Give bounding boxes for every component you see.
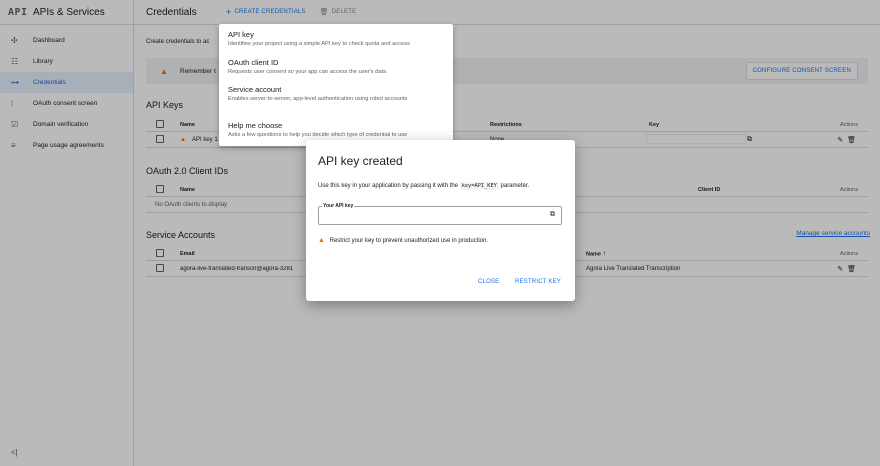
dialog-title: API key created (318, 154, 403, 168)
menu-item-desc: Requests user consent so your app can ac… (228, 69, 387, 75)
close-button[interactable]: CLOSE (478, 279, 499, 285)
dialog-code: key=API_KEY (459, 182, 499, 190)
menu-item-desc: Identifies your project using a simple A… (228, 41, 410, 47)
warning-icon: ▲ (318, 237, 325, 244)
dialog-description: Use this key in your application by pass… (318, 182, 530, 190)
menu-item-api-key[interactable]: API key Identifies your project using a … (228, 30, 410, 47)
menu-item-desc: Enables server-to-server, app-level auth… (228, 96, 408, 102)
dialog-text-before: Use this key in your application by pass… (318, 183, 459, 189)
menu-item-title: API key (228, 30, 254, 39)
api-key-created-dialog: API key created Use this key in your app… (306, 140, 575, 301)
menu-item-title: OAuth client ID (228, 58, 279, 67)
menu-item-help-me-choose[interactable]: Help me choose Asks a few questions to h… (228, 121, 407, 138)
menu-item-service-account[interactable]: Service account Enables server-to-server… (228, 85, 407, 102)
api-key-field[interactable]: Your API key ⧉ (318, 203, 562, 225)
dialog-warning-text: Restrict your key to prevent unauthorize… (329, 238, 489, 244)
menu-item-title: Help me choose (228, 121, 283, 130)
menu-item-oauth-client-id[interactable]: OAuth client ID Requests user consent so… (228, 58, 386, 75)
api-key-field-label: Your API key (322, 203, 355, 209)
dialog-warning: ▲ Restrict your key to prevent unauthori… (318, 237, 488, 244)
create-credentials-menu: API key Identifies your project using a … (219, 24, 453, 146)
dialog-text-after: parameter. (500, 183, 530, 189)
menu-item-title: Service account (228, 85, 282, 94)
menu-item-desc: Asks a few questions to help you decide … (228, 132, 408, 138)
restrict-key-button[interactable]: RESTRICT KEY (515, 279, 561, 285)
copy-icon[interactable]: ⧉ (550, 211, 555, 219)
